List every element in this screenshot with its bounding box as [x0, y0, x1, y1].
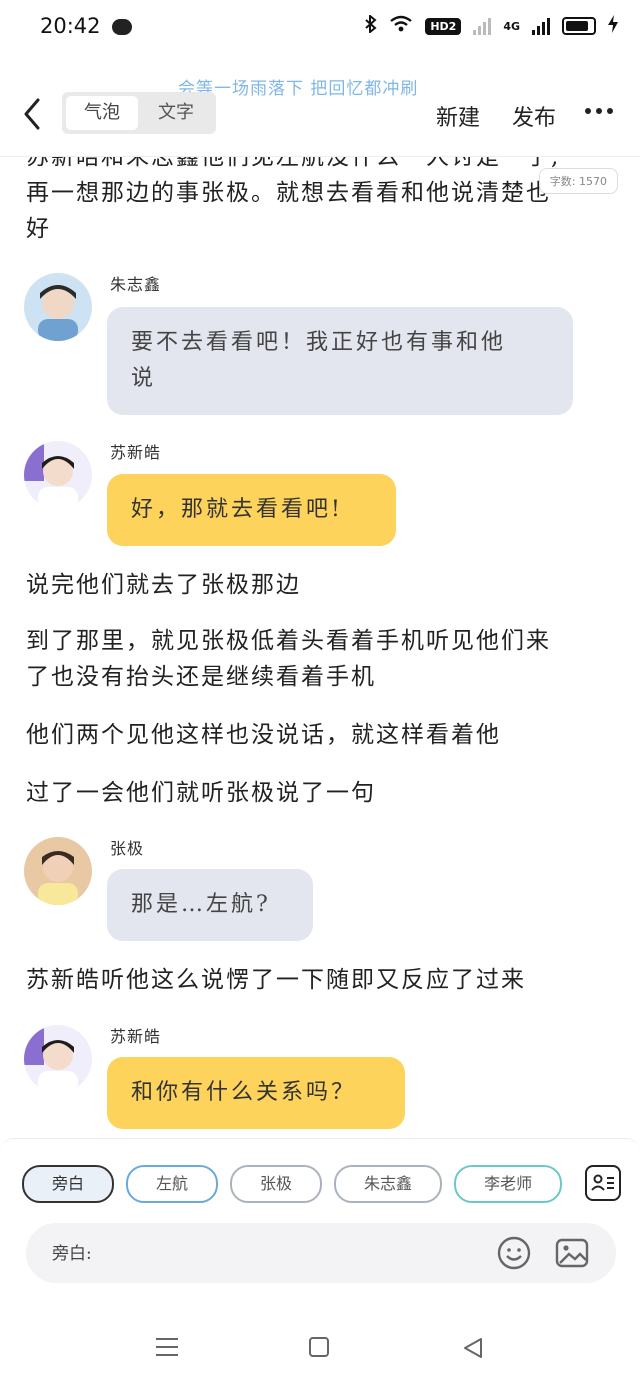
system-back-button[interactable] [461, 1336, 485, 1360]
bubble-line: 好，那就去看看吧! [131, 497, 343, 522]
paragraph-line: 苏新皓和朱志鑫他们见左航没什么一人讨是一了, [26, 157, 561, 170]
mode-segmented-control: 气泡 文字 [62, 92, 216, 134]
chat-bubble[interactable]: 那是…左航? [107, 869, 313, 941]
system-navigation-bar [0, 1310, 640, 1387]
image-icon [555, 1238, 589, 1268]
status-icons: HD2 4G [365, 13, 618, 37]
emoji-button[interactable] [496, 1235, 532, 1271]
status-bar: 20:42 HD2 4G [0, 0, 640, 56]
paragraph-line: 说完他们就去了张极那边 [26, 572, 301, 598]
battery-icon [562, 17, 596, 35]
bubble-line: 说 [131, 366, 157, 391]
role-chip[interactable]: 李老师 [454, 1165, 563, 1203]
triangle-back-icon [464, 1338, 482, 1358]
role-manager-button[interactable] [585, 1165, 621, 1201]
charging-icon [608, 15, 618, 37]
more-dot-icon [585, 108, 591, 114]
paragraph-line: 他们两个见他这样也没说话，就这样看着他 [26, 722, 501, 748]
avatar[interactable] [24, 273, 92, 341]
signal-sim2-icon [473, 17, 492, 35]
paragraph-line: 苏新皓听他这么说愣了一下随即又反应了过来 [26, 967, 526, 993]
chat-bubble[interactable]: 好，那就去看看吧! [107, 474, 396, 546]
menu-icon [156, 1338, 178, 1356]
avatar[interactable] [24, 441, 92, 509]
speaker-name: 苏新皓 [110, 443, 162, 462]
story-paragraph[interactable]: 苏新皓听他这么说愣了一下随即又反应了过来 [26, 962, 616, 998]
bubble-line: 要不去看看吧！我正好也有事和他 [131, 330, 507, 355]
status-time: 20:42 [40, 14, 101, 38]
message-input[interactable] [50, 1223, 474, 1285]
story-content: 苏新皓和朱志鑫他们见左航没什么一人讨是一了, 再一想那边的事张极。就想去看看和他… [0, 157, 640, 1137]
chat-bubble[interactable]: 和你有什么关系吗？ [107, 1057, 405, 1129]
composer-panel: 旁白左航张极朱志鑫李老师解月 [0, 1138, 640, 1311]
back-button[interactable] [18, 94, 48, 134]
signal-sim1-icon [532, 17, 550, 35]
publish-button[interactable]: 发布 [512, 100, 556, 132]
smiley-icon [497, 1236, 531, 1270]
chevron-left-icon [24, 98, 40, 130]
wifi-icon [389, 15, 413, 37]
more-dot-icon [607, 108, 613, 114]
speaker-name: 张极 [110, 839, 145, 858]
story-paragraph[interactable]: 说完他们就去了张极那边 [26, 567, 616, 603]
word-count-badge: 字数: 1570 [538, 168, 618, 194]
paragraph-line: 到了那里，就见张极低着头看着手机听见他们来 [26, 628, 551, 654]
speaker-name: 苏新皓 [110, 1027, 162, 1046]
wechat-notification-icon [112, 19, 132, 35]
avatar[interactable] [24, 1025, 92, 1093]
paragraph-line: 好 [26, 216, 51, 242]
bubble-line: 和你有什么关系吗？ [131, 1080, 357, 1105]
role-chip[interactable]: 朱志鑫 [334, 1165, 443, 1203]
avatar[interactable] [24, 837, 92, 905]
story-paragraph[interactable]: 到了那里，就见张极低着头看着手机听见他们来 了也没有抬头还是继续看着手机 [26, 623, 616, 695]
network-type: 4G [503, 19, 520, 33]
story-paragraph[interactable]: 他们两个见他这样也没说话，就这样看着他 [26, 717, 616, 753]
home-button[interactable] [309, 1337, 329, 1357]
hd-badge: HD2 [425, 17, 462, 35]
message-input-row [26, 1223, 616, 1285]
paragraph-line: 过了一会他们就听张极说了一句 [26, 780, 376, 806]
new-button[interactable]: 新建 [436, 100, 480, 132]
more-options-button[interactable] [585, 104, 615, 118]
story-paragraph[interactable]: 过了一会他们就听张极说了一句 [26, 775, 616, 811]
role-chip-list: 旁白左航张极朱志鑫李老师解月 [22, 1165, 570, 1205]
image-button[interactable] [554, 1235, 590, 1271]
role-chip[interactable]: 左航 [126, 1165, 219, 1203]
contact-card-icon [591, 1174, 614, 1191]
bluetooth-icon [365, 13, 377, 37]
more-dot-icon [596, 108, 602, 114]
bubble-line: 那是…左航? [131, 892, 271, 917]
role-chip[interactable]: 张极 [230, 1165, 323, 1203]
chat-bubble[interactable]: 要不去看看吧！我正好也有事和他 说 [107, 307, 573, 415]
segment-text[interactable]: 文字 [140, 96, 212, 130]
story-paragraph[interactable]: 苏新皓和朱志鑫他们见左航没什么一人讨是一了, 再一想那边的事张极。就想去看看和他… [26, 157, 616, 247]
recent-apps-button[interactable] [155, 1336, 179, 1358]
segment-bubble[interactable]: 气泡 [66, 96, 138, 130]
paragraph-line: 了也没有抬头还是继续看着手机 [26, 664, 376, 690]
role-chip-narrator[interactable]: 旁白 [22, 1165, 115, 1203]
paragraph-line: 再一想那边的事张极。就想去看看和他说清楚也 [26, 180, 551, 206]
speaker-name: 朱志鑫 [110, 275, 162, 294]
